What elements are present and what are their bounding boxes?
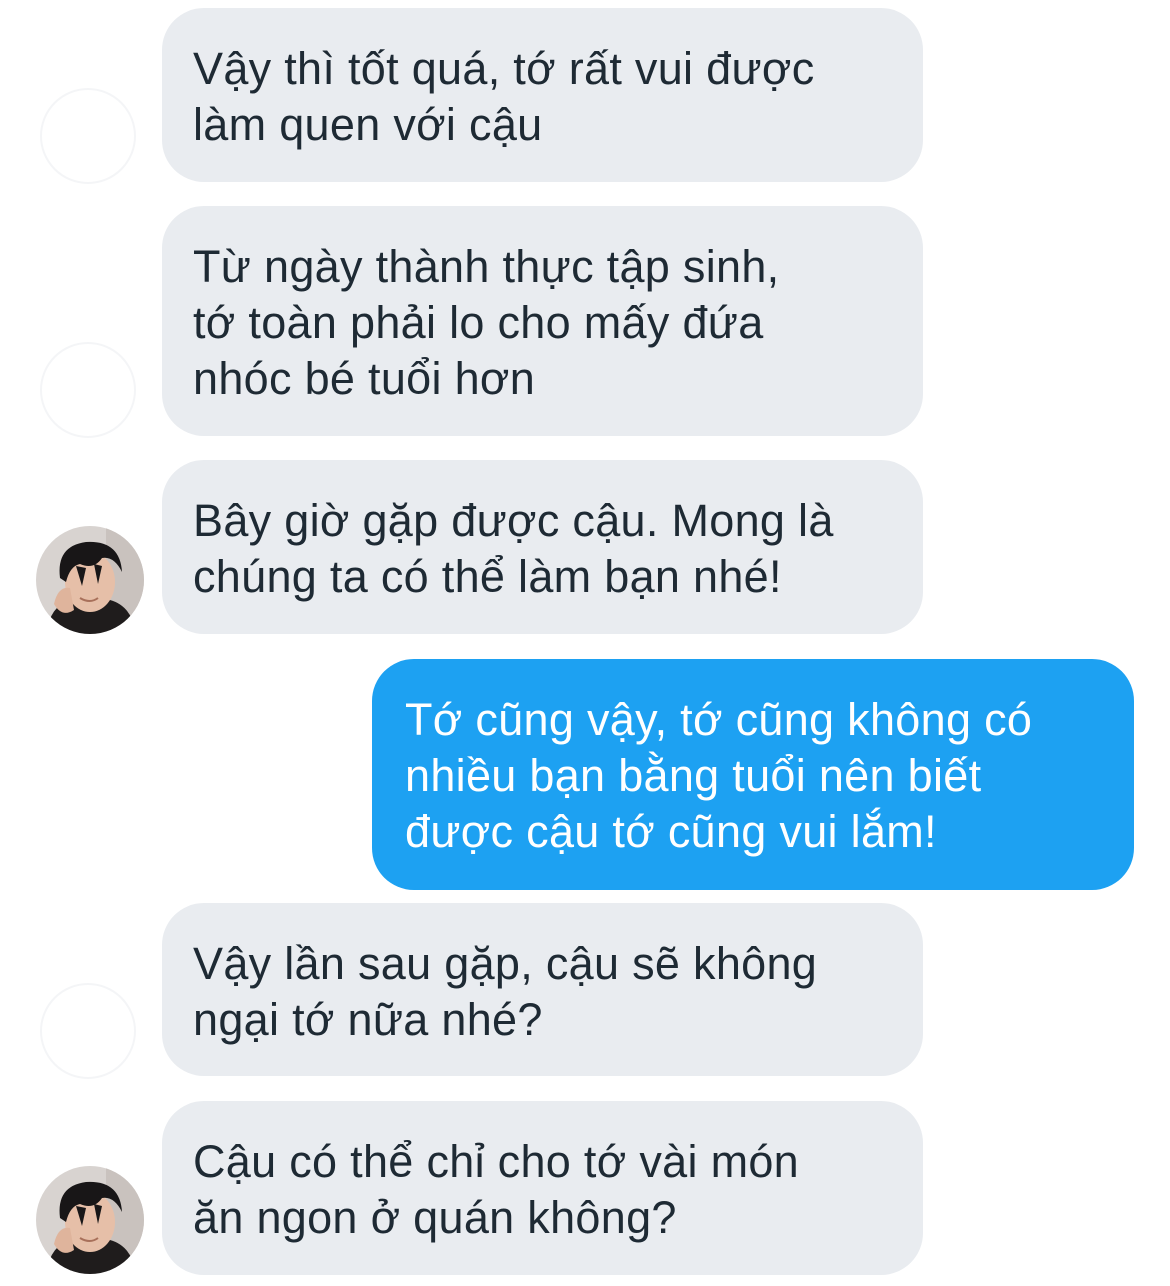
avatar-placeholder	[40, 88, 136, 184]
message-bubble-incoming[interactable]: Từ ngày thành thực tập sinh, tớ toàn phả…	[162, 206, 923, 436]
avatar-photo-icon	[36, 526, 144, 634]
contact-avatar[interactable]	[36, 1166, 144, 1274]
avatar-placeholder	[40, 342, 136, 438]
contact-avatar[interactable]	[36, 526, 144, 634]
message-bubble-incoming[interactable]: Vậy lần sau gặp, cậu sẽ không ngại tớ nữ…	[162, 903, 923, 1076]
avatar-photo-icon	[36, 1166, 144, 1274]
message-bubble-incoming[interactable]: Vậy thì tốt quá, tớ rất vui được làm que…	[162, 8, 923, 182]
message-bubble-outgoing[interactable]: Tớ cũng vậy, tớ cũng không có nhiều bạn …	[372, 659, 1134, 890]
message-bubble-incoming[interactable]: Bây giờ gặp được cậu. Mong là chúng ta c…	[162, 460, 923, 634]
message-bubble-incoming[interactable]: Cậu có thể chỉ cho tớ vài món ăn ngon ở …	[162, 1101, 923, 1275]
avatar-placeholder	[40, 983, 136, 1079]
